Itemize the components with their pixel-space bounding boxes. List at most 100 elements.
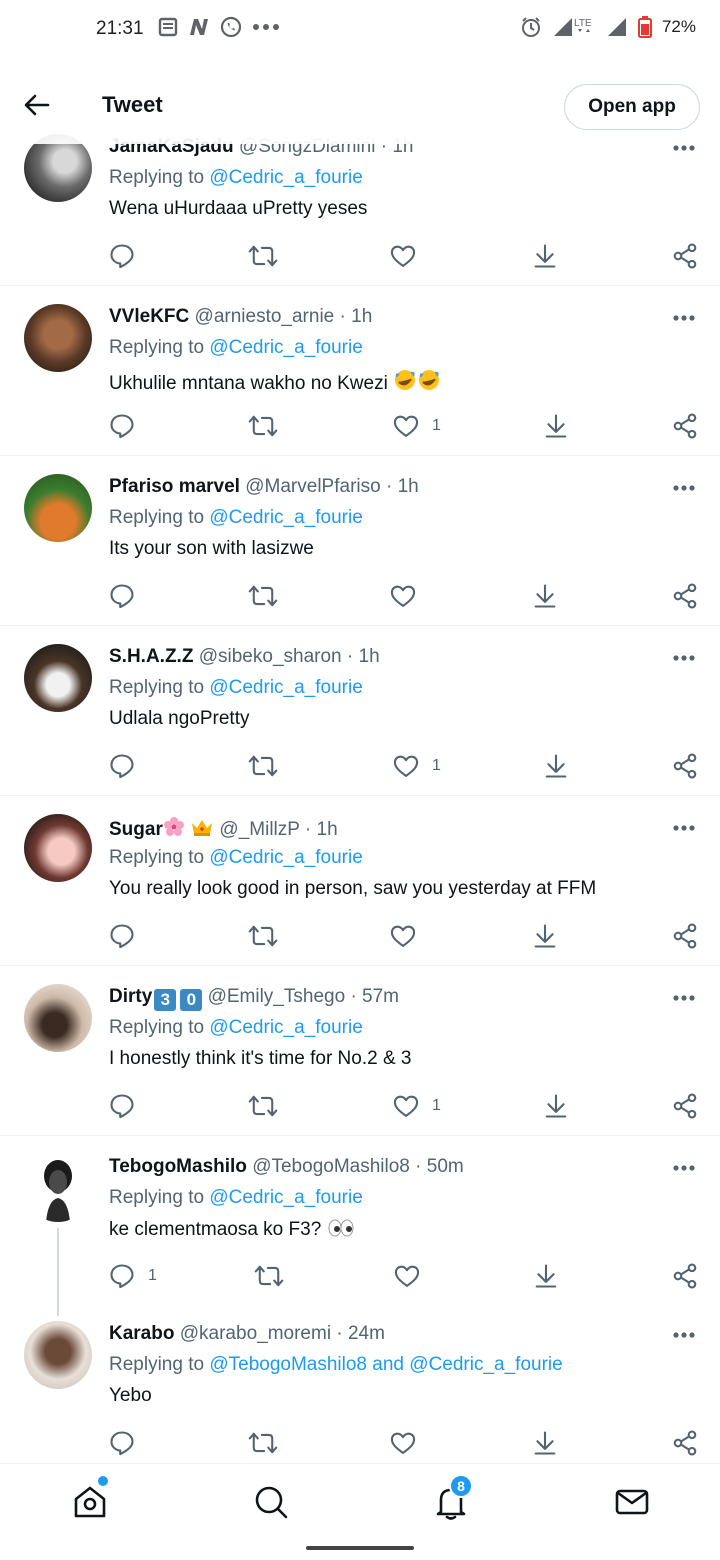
tweet-author[interactable]: Dirty 3 0 @Emily_Tshego · 57m	[109, 986, 399, 1011]
save-button[interactable]	[542, 751, 570, 781]
tweet-time[interactable]: 1h	[317, 819, 338, 840]
mention-link[interactable]: @Cedric_a_fourie	[209, 1187, 362, 1208]
share-button[interactable]	[671, 1091, 699, 1121]
tweet-card[interactable]: TebogoMashilo @TebogoMashilo8 · 50m Repl…	[0, 1136, 720, 1316]
search-icon[interactable]	[251, 1482, 291, 1522]
author-name[interactable]: Sugar	[109, 819, 163, 840]
author-handle[interactable]: @karabo_moremi	[180, 1323, 331, 1344]
more-options-icon[interactable]	[672, 484, 696, 492]
mention-link[interactable]: @Cedric_a_fourie	[209, 1017, 362, 1038]
more-options-icon[interactable]	[672, 1164, 696, 1172]
like-button[interactable]: 1	[392, 411, 441, 441]
mention-link[interactable]: @Cedric_a_fourie	[209, 507, 362, 528]
tweet-author[interactable]: VVleKFC @arniesto_arnie · 1h	[109, 306, 372, 328]
like-button[interactable]: 1	[392, 751, 441, 781]
like-button[interactable]	[393, 1261, 433, 1291]
more-options-icon[interactable]	[672, 314, 696, 322]
tweet-author[interactable]: TebogoMashilo @TebogoMashilo8 · 50m	[109, 1156, 464, 1178]
reply-button[interactable]	[108, 1428, 136, 1458]
reply-button[interactable]	[108, 581, 136, 611]
avatar[interactable]	[24, 1154, 92, 1222]
tweet-card[interactable]: S.H.A.Z.Z @sibeko_sharon · 1h Replying t…	[0, 626, 720, 796]
tweet-author[interactable]: Pfariso marvel @MarvelPfariso · 1h	[109, 476, 419, 498]
avatar[interactable]	[24, 1321, 92, 1389]
share-button[interactable]	[671, 751, 699, 781]
home-icon[interactable]	[70, 1482, 110, 1522]
author-name[interactable]: VVleKFC	[109, 306, 189, 327]
avatar[interactable]	[24, 134, 92, 202]
share-button[interactable]	[671, 1428, 699, 1458]
mention-link[interactable]: @Cedric_a_fourie	[209, 847, 362, 868]
reply-button[interactable]	[108, 1091, 136, 1121]
tweet-card[interactable]: Karabo @karabo_moremi · 24m Replying to …	[0, 1306, 720, 1463]
avatar[interactable]	[24, 984, 92, 1052]
open-app-button[interactable]: Open app	[564, 84, 700, 130]
share-button[interactable]	[671, 921, 699, 951]
back-arrow-icon[interactable]	[22, 90, 52, 120]
retweet-button[interactable]	[248, 921, 278, 951]
author-name[interactable]: Pfariso marvel	[109, 476, 240, 497]
tweet-card[interactable]: JamaKaSjadu @SongzDlamini · 1h Replying …	[0, 120, 720, 286]
author-handle[interactable]: @arniesto_arnie	[195, 306, 335, 327]
tweet-time[interactable]: 1h	[398, 476, 419, 497]
reply-button[interactable]	[108, 751, 136, 781]
mention-link[interactable]: @TebogoMashilo8	[209, 1354, 367, 1375]
like-button[interactable]	[389, 1428, 429, 1458]
avatar[interactable]	[24, 814, 92, 882]
save-button[interactable]	[531, 921, 559, 951]
tweet-card[interactable]: Sugar @_MillzP · 1h Replying to @Cedric_…	[0, 796, 720, 966]
reply-button[interactable]	[108, 411, 136, 441]
mention-link[interactable]: @Cedric_a_fourie	[209, 677, 362, 698]
more-options-icon[interactable]	[672, 654, 696, 662]
avatar[interactable]	[24, 644, 92, 712]
tweet-author[interactable]: Karabo @karabo_moremi · 24m	[109, 1323, 385, 1345]
share-button[interactable]	[671, 241, 699, 271]
reply-button[interactable]	[108, 921, 136, 951]
retweet-button[interactable]	[248, 581, 278, 611]
author-handle[interactable]: @TebogoMashilo8	[252, 1156, 410, 1177]
gesture-handle[interactable]	[306, 1546, 414, 1550]
avatar[interactable]	[24, 304, 92, 372]
tweet-time[interactable]: 24m	[348, 1323, 385, 1344]
save-button[interactable]	[531, 1428, 559, 1458]
share-button[interactable]	[671, 1261, 699, 1291]
author-name[interactable]: Dirty	[109, 986, 152, 1007]
reply-button[interactable]	[108, 241, 136, 271]
tweet-time[interactable]: 1h	[351, 306, 372, 327]
retweet-button[interactable]	[248, 1428, 278, 1458]
author-name[interactable]: Karabo	[109, 1323, 174, 1344]
tweet-author[interactable]: Sugar @_MillzP · 1h	[109, 816, 338, 841]
more-options-icon[interactable]	[672, 824, 696, 832]
save-button[interactable]	[542, 1091, 570, 1121]
like-button[interactable]: 1	[392, 1091, 441, 1121]
more-options-icon[interactable]	[672, 1331, 696, 1339]
like-button[interactable]	[389, 241, 429, 271]
save-button[interactable]	[542, 411, 570, 441]
tweet-time[interactable]: 50m	[427, 1156, 464, 1177]
share-button[interactable]	[671, 581, 699, 611]
mention-link[interactable]: @Cedric_a_fourie	[209, 337, 362, 358]
tweet-time[interactable]: 57m	[362, 986, 399, 1007]
like-button[interactable]	[389, 921, 429, 951]
share-button[interactable]	[671, 411, 699, 441]
tweet-card[interactable]: Pfariso marvel @MarvelPfariso · 1h Reply…	[0, 456, 720, 626]
like-button[interactable]	[389, 581, 429, 611]
author-handle[interactable]: @Emily_Tshego	[208, 986, 346, 1007]
avatar[interactable]	[24, 474, 92, 542]
retweet-button[interactable]	[248, 241, 278, 271]
retweet-button[interactable]	[248, 1091, 278, 1121]
mention-link[interactable]: @Cedric_a_fourie	[409, 1354, 562, 1375]
tweet-card[interactable]: VVleKFC @arniesto_arnie · 1h Replying to…	[0, 286, 720, 456]
reply-button[interactable]: 1	[108, 1261, 157, 1291]
save-button[interactable]	[531, 241, 559, 271]
tweet-card[interactable]: Dirty 3 0 @Emily_Tshego · 57m Replying to …	[0, 966, 720, 1136]
author-handle[interactable]: @_MillzP	[219, 819, 299, 840]
save-button[interactable]	[532, 1261, 560, 1291]
author-handle[interactable]: @sibeko_sharon	[199, 646, 342, 667]
retweet-button[interactable]	[254, 1261, 284, 1291]
author-name[interactable]: TebogoMashilo	[109, 1156, 247, 1177]
save-button[interactable]	[531, 581, 559, 611]
retweet-button[interactable]	[248, 751, 278, 781]
author-handle[interactable]: @MarvelPfariso	[245, 476, 380, 497]
messages-icon[interactable]	[612, 1482, 652, 1522]
